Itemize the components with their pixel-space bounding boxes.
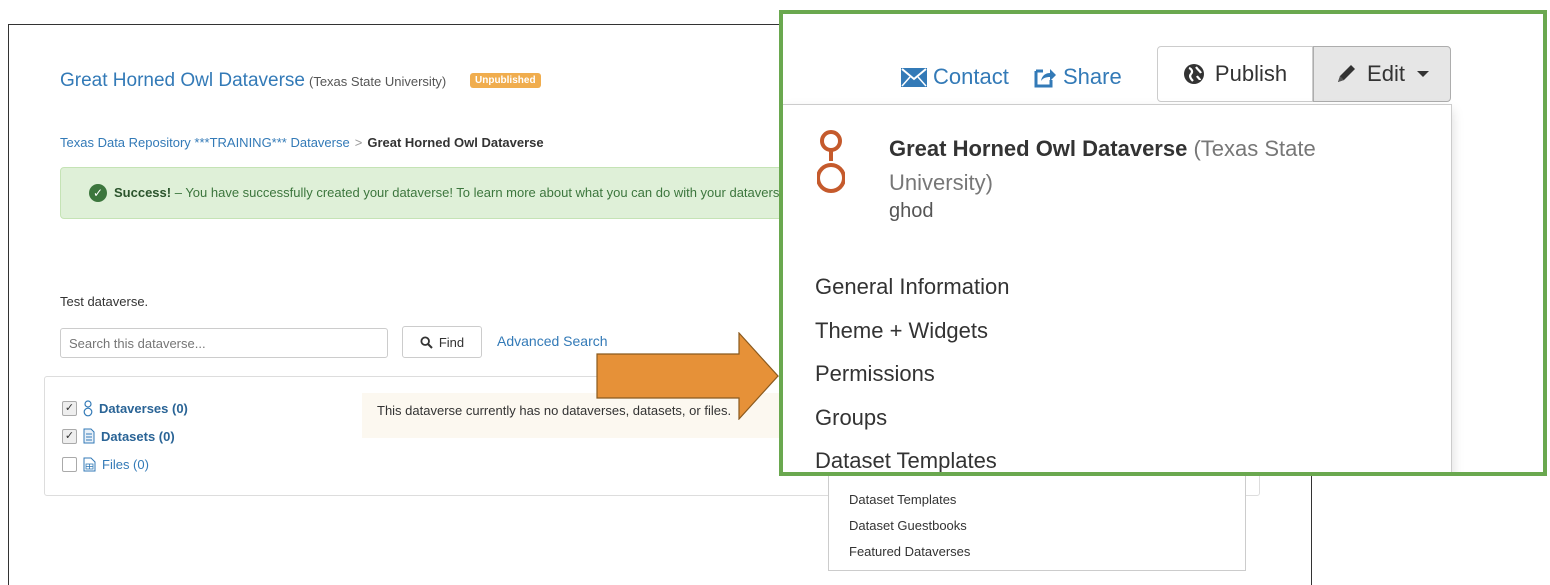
- menu-item-featured-dataverses[interactable]: Featured Dataverses: [849, 544, 970, 559]
- breadcrumb: Texas Data Repository ***TRAINING*** Dat…: [60, 135, 544, 150]
- unpublished-badge: Unpublished: [470, 73, 541, 88]
- dataverse-title[interactable]: Great Horned Owl Dataverse (Texas State U…: [60, 70, 446, 92]
- find-button-label: Find: [438, 334, 465, 350]
- publish-label: Publish: [1214, 61, 1288, 86]
- dataverse-description: Test dataverse.: [60, 294, 149, 309]
- breadcrumb-current: Great Horned Owl Dataverse: [367, 135, 544, 150]
- contact-link[interactable]: Contact: [901, 64, 1009, 90]
- success-alert-text: Success! – You have successfully created…: [114, 185, 794, 200]
- success-alert-message: – You have successfully created your dat…: [171, 185, 787, 200]
- share-label[interactable]: Share: [1063, 64, 1122, 90]
- advanced-search-link[interactable]: Advanced Search: [497, 333, 608, 349]
- menu-item-dataset-templates[interactable]: Dataset Templates: [815, 448, 997, 472]
- success-alert: ✓ Success! – You have successfully creat…: [60, 167, 800, 219]
- menu-item-dataset-templates-small[interactable]: Dataset Templates: [849, 492, 956, 507]
- publish-button[interactable]: Publish: [1157, 46, 1313, 102]
- facet-dataverses-checkbox[interactable]: ✓: [62, 401, 77, 416]
- breadcrumb-separator: >: [354, 135, 363, 150]
- edit-label: Edit: [1367, 61, 1405, 86]
- facet-files-checkbox[interactable]: [62, 457, 77, 472]
- dataverse-icon: [83, 400, 93, 417]
- menu-item-general-information[interactable]: General Information: [815, 274, 1009, 300]
- dataverse-affiliation: (Texas State University): [309, 74, 447, 89]
- facet-datasets-checkbox[interactable]: ✓: [62, 428, 77, 444]
- chevron-down-icon: [1416, 71, 1429, 77]
- facet-dataverses-label[interactable]: Dataverses (0): [99, 401, 188, 416]
- envelope-icon: [901, 67, 927, 87]
- facet-dataverses[interactable]: ✓ Dataverses (0): [62, 400, 188, 417]
- contact-label[interactable]: Contact: [933, 64, 1009, 90]
- search-input[interactable]: [60, 328, 388, 358]
- success-alert-strong: Success!: [114, 185, 172, 200]
- pencil-icon: [1338, 65, 1356, 82]
- dataset-icon: [83, 428, 95, 444]
- dropdown-dataverse-alias: ghod: [889, 200, 934, 222]
- menu-item-dataset-guestbooks[interactable]: Dataset Guestbooks: [849, 518, 967, 533]
- facet-datasets[interactable]: ✓ Datasets (0): [62, 428, 175, 444]
- facet-datasets-label[interactable]: Datasets (0): [101, 429, 175, 444]
- breadcrumb-parent-link[interactable]: Texas Data Repository ***TRAINING*** Dat…: [60, 135, 350, 150]
- edit-dropdown-button[interactable]: Edit: [1313, 46, 1451, 102]
- menu-item-permissions[interactable]: Permissions: [815, 361, 935, 387]
- share-link[interactable]: Share: [1033, 64, 1122, 90]
- share-icon: [1034, 69, 1056, 88]
- arrow-icon: [596, 332, 779, 420]
- globe-icon: [1183, 64, 1204, 84]
- dataverse-title-text[interactable]: Great Horned Owl Dataverse: [60, 70, 305, 91]
- dataverse-logo-icon: [817, 130, 845, 193]
- search-icon: [420, 335, 433, 349]
- menu-item-theme-widgets[interactable]: Theme + Widgets: [815, 318, 988, 344]
- menu-item-groups[interactable]: Groups: [815, 405, 887, 431]
- dropdown-dataverse-title: Great Horned Owl Dataverse (Texas State …: [889, 132, 1409, 200]
- file-icon: [83, 457, 96, 472]
- facet-files[interactable]: Files (0): [62, 457, 149, 472]
- facet-files-label[interactable]: Files (0): [102, 457, 149, 472]
- dropdown-dataverse-name: Great Horned Owl Dataverse: [889, 136, 1188, 161]
- check-circle-icon: ✓: [89, 184, 107, 202]
- zoom-inset: Contact Share Publish Edit Great Horned …: [779, 10, 1547, 476]
- find-button[interactable]: Find: [402, 326, 482, 358]
